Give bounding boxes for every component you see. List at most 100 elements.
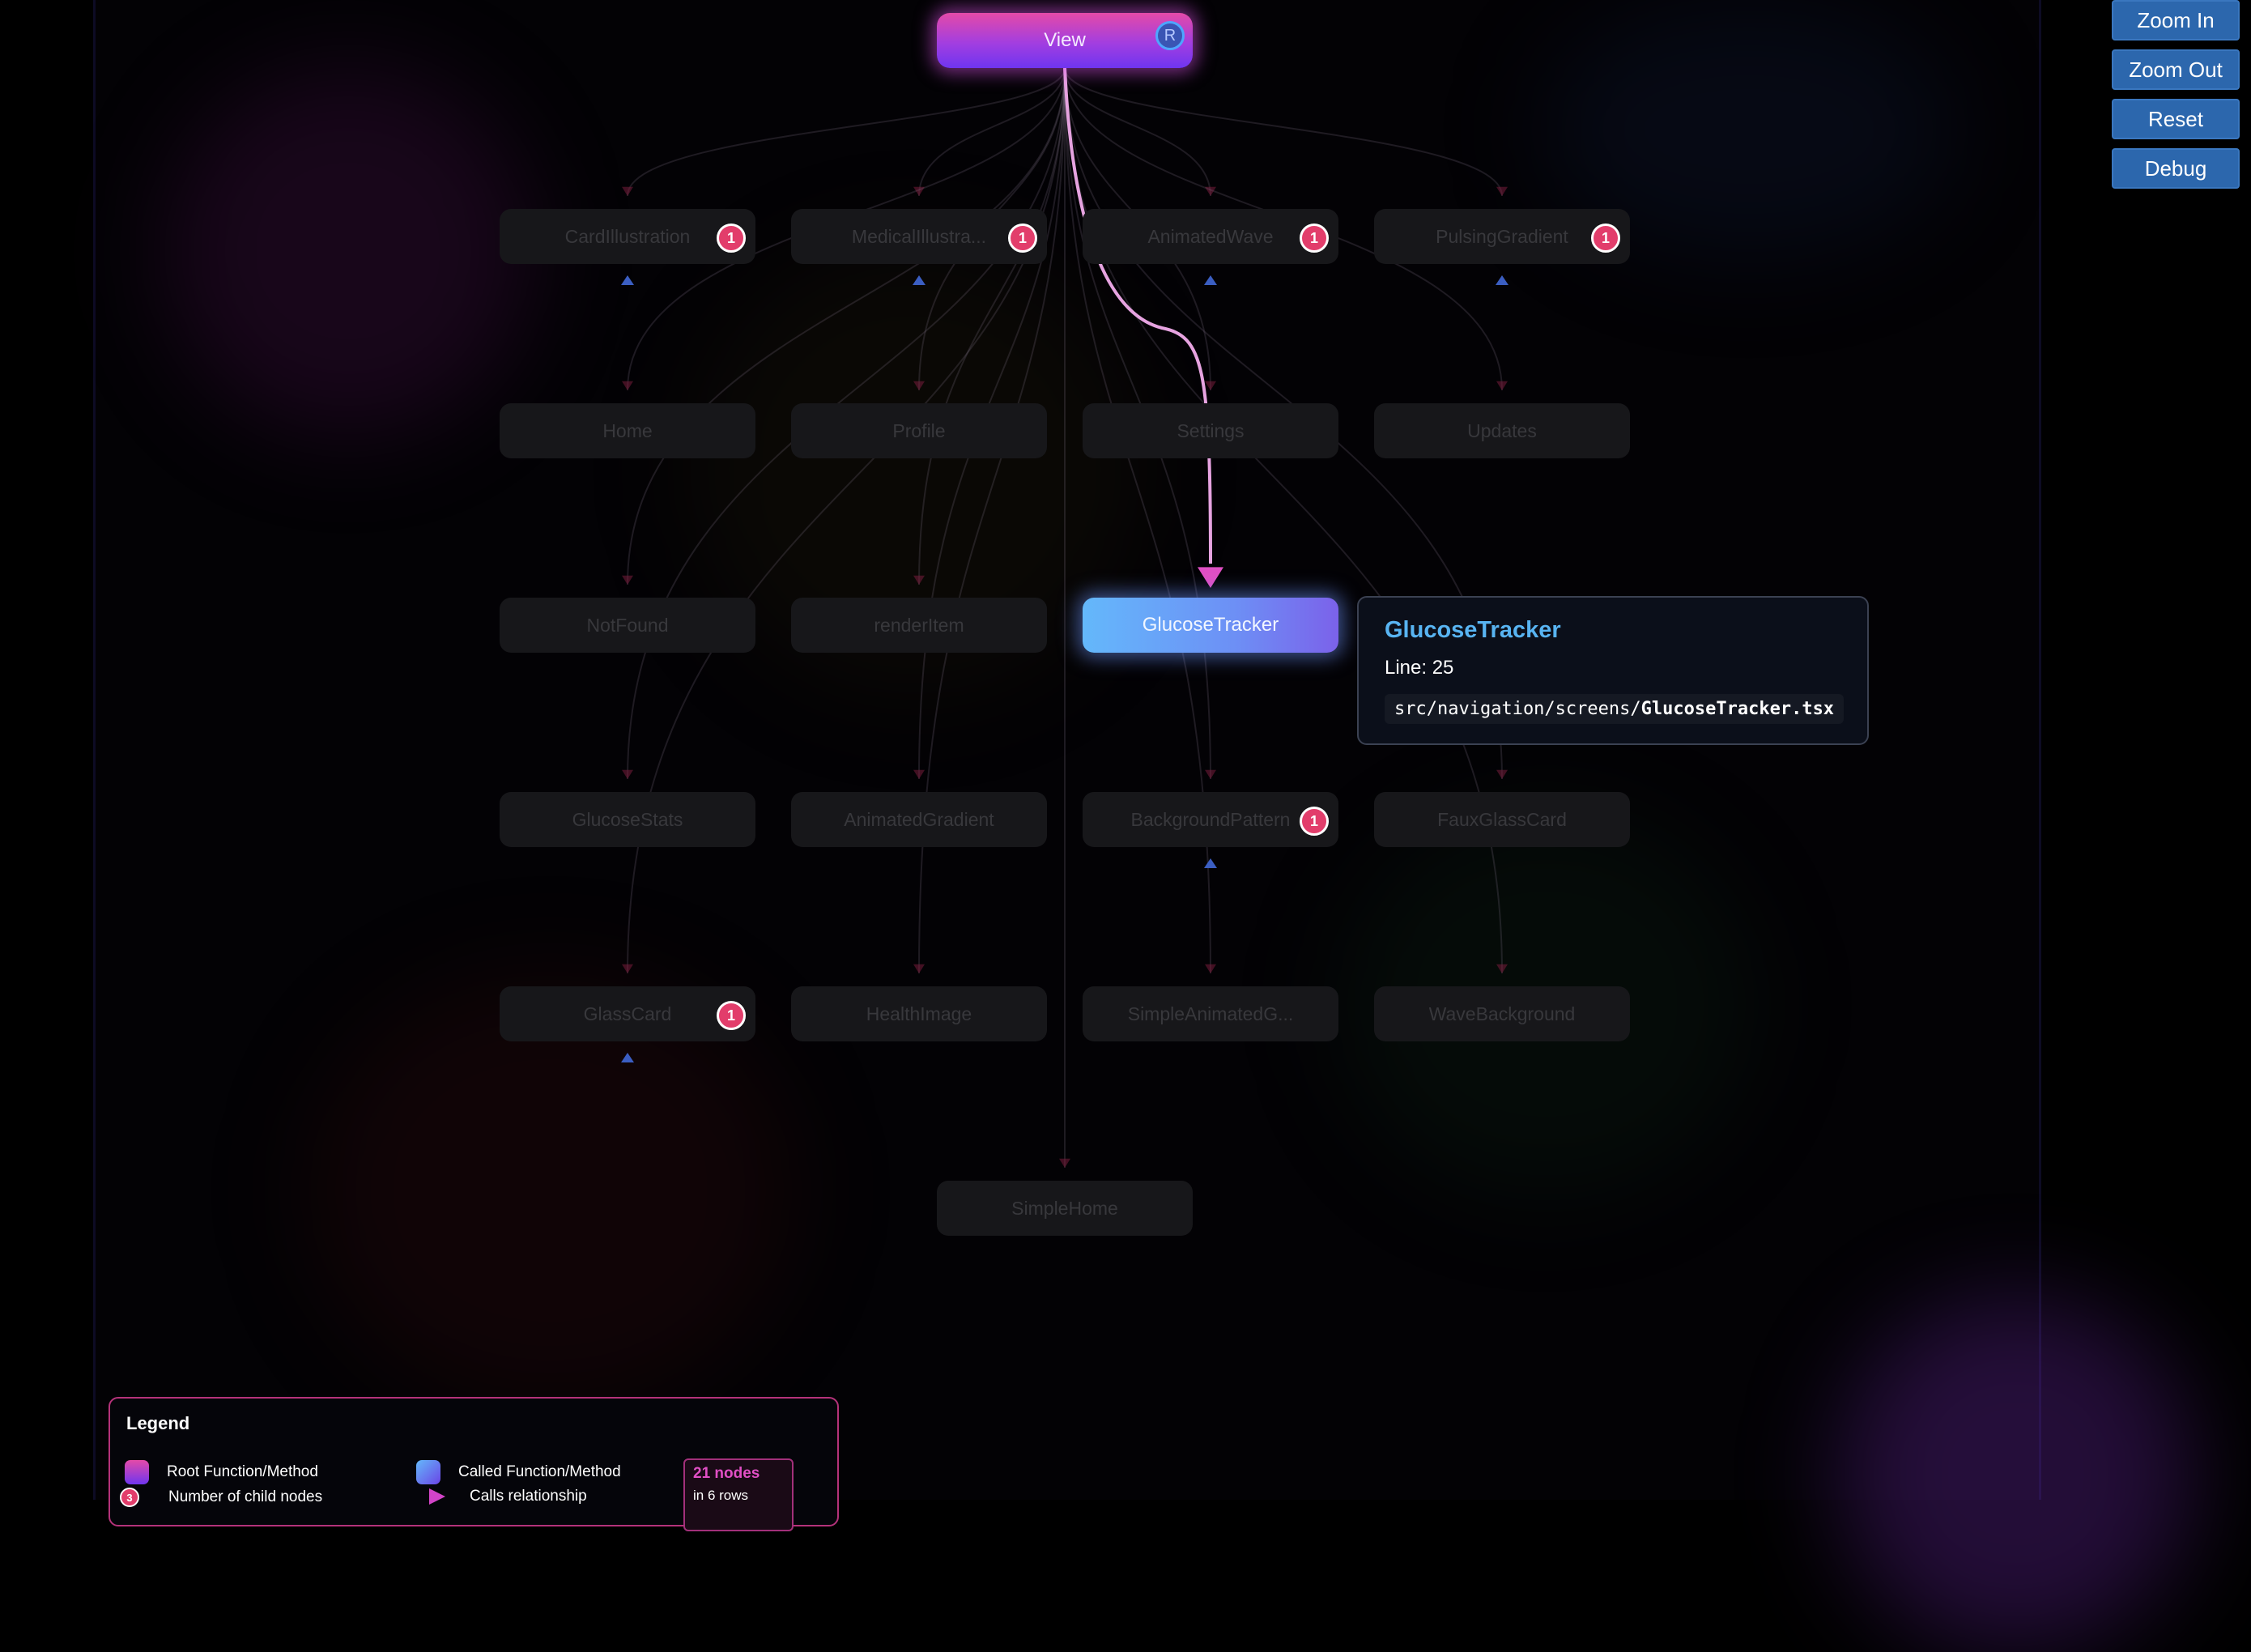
child-count-badge[interactable]: 1 <box>1008 224 1037 253</box>
root-indicator-badge: R <box>1155 21 1185 50</box>
graph-node-profile[interactable]: Profile <box>791 403 1047 458</box>
graph-node-simplehome[interactable]: SimpleHome <box>937 1181 1193 1236</box>
tooltip-path-dir: src/navigation/screens/ <box>1394 699 1641 719</box>
graph-node-healthimage[interactable]: HealthImage <box>791 986 1047 1041</box>
edge-arrowhead <box>622 575 633 585</box>
edge-arrowhead <box>622 381 633 390</box>
tooltip-line-number: Line: 25 <box>1385 657 1454 679</box>
node-label: Settings <box>1177 419 1245 441</box>
node-label: SimpleHome <box>1011 1197 1118 1219</box>
expand-arrow-icon[interactable] <box>621 1053 634 1062</box>
edge-arrowhead <box>1496 381 1508 390</box>
node-label: GlucoseStats <box>572 808 683 830</box>
call-edge <box>918 67 1066 197</box>
graph-node-updates[interactable]: Updates <box>1374 403 1630 458</box>
node-label: Home <box>602 419 653 441</box>
node-label: PulsingGradient <box>1436 225 1568 247</box>
expand-arrow-icon[interactable] <box>913 275 926 285</box>
legend-calls-item: Calls relationship <box>424 1488 587 1505</box>
child-count-badge[interactable]: 1 <box>717 224 746 253</box>
child-count-badge[interactable]: 1 <box>1300 224 1329 253</box>
edge-arrowhead <box>913 769 925 779</box>
graph-node-simpleanimatedg[interactable]: SimpleAnimatedG... <box>1083 986 1338 1041</box>
node-tooltip: GlucoseTracker Line: 25 src/navigation/s… <box>1357 596 1869 745</box>
edge-arrowhead <box>913 575 925 585</box>
call-graph-canvas[interactable]: View R CardIllustration 1 MedicalIllustra.… <box>0 0 2251 1652</box>
child-count-badge[interactable]: 1 <box>1591 224 1620 253</box>
reset-button[interactable]: Reset <box>2112 99 2240 139</box>
legend-calls-label: Calls relationship <box>470 1488 587 1505</box>
node-label: Profile <box>892 419 946 441</box>
node-label: AnimatedGradient <box>844 808 994 830</box>
edge-arrowhead <box>1205 964 1216 973</box>
edge-arrowhead <box>622 964 633 973</box>
debug-button[interactable]: Debug <box>2112 148 2240 189</box>
calls-arrow-icon <box>429 1488 445 1505</box>
node-label: BackgroundPattern <box>1130 808 1291 830</box>
expand-arrow-icon[interactable] <box>1204 858 1217 868</box>
legend-called-label: Called Function/Method <box>458 1463 621 1480</box>
call-edge <box>1064 67 1211 197</box>
call-edge <box>627 67 1066 197</box>
legend-title: Legend <box>126 1413 190 1433</box>
graph-node-glucosestats[interactable]: GlucoseStats <box>500 792 755 847</box>
legend-panel: Legend Root Function/Method Called Funct… <box>109 1397 839 1531</box>
graph-node-notfound[interactable]: NotFound <box>500 598 755 653</box>
node-label: Updates <box>1467 419 1537 441</box>
child-count-badge[interactable]: 1 <box>717 1001 746 1030</box>
edge-arrowhead <box>622 769 633 779</box>
highlighted-edge-arrowhead <box>1198 567 1223 588</box>
node-label: MedicalIllustra... <box>851 225 987 247</box>
node-label: GlassCard <box>583 1003 672 1024</box>
root-node-view[interactable]: View R <box>937 13 1193 68</box>
graph-node-fauxglasscard[interactable]: FauxGlassCard <box>1374 792 1630 847</box>
root-node-label: View <box>1044 29 1086 51</box>
legend-stats: 21 nodes in 6 rows <box>683 1458 794 1531</box>
edge-arrowhead <box>913 964 925 973</box>
legend-child-item: 3 Number of child nodes <box>120 1488 322 1507</box>
graph-node-glucosetracker[interactable]: GlucoseTracker <box>1083 598 1338 653</box>
legend-root-label: Root Function/Method <box>167 1463 318 1480</box>
legend-child-label: Number of child nodes <box>168 1488 323 1505</box>
edge-arrowhead <box>1496 964 1508 973</box>
edge-arrowhead <box>622 186 633 196</box>
edge-arrowhead <box>1205 769 1216 779</box>
call-edge <box>1064 67 1503 197</box>
child-count-badge-icon: 3 <box>120 1488 139 1507</box>
graph-node-renderitem[interactable]: renderItem <box>791 598 1047 653</box>
edge-arrowhead <box>1496 769 1508 779</box>
node-label: GlucoseTracker <box>1142 614 1279 636</box>
graph-node-wavebackground[interactable]: WaveBackground <box>1374 986 1630 1041</box>
node-label: HealthImage <box>866 1003 972 1024</box>
node-label: FauxGlassCard <box>1437 808 1567 830</box>
call-edge <box>918 67 1066 585</box>
graph-node-home[interactable]: Home <box>500 403 755 458</box>
tooltip-title: GlucoseTracker <box>1385 617 1561 643</box>
child-count-badge[interactable]: 1 <box>1300 807 1329 836</box>
node-label: renderItem <box>874 614 964 636</box>
called-swatch-icon <box>416 1460 440 1484</box>
tooltip-path-file: GlucoseTracker.tsx <box>1640 699 1835 719</box>
node-label: NotFound <box>586 614 669 636</box>
expand-arrow-icon[interactable] <box>1496 275 1508 285</box>
node-label: AnimatedWave <box>1147 225 1274 247</box>
edge-arrowhead <box>913 381 925 390</box>
zoom-in-button[interactable]: Zoom In <box>2112 0 2240 40</box>
edge-arrowhead <box>1059 1158 1070 1168</box>
graph-node-animatedgradient[interactable]: AnimatedGradient <box>791 792 1047 847</box>
graph-node-settings[interactable]: Settings <box>1083 403 1338 458</box>
tooltip-file-path: src/navigation/screens/GlucoseTracker.ts… <box>1385 694 1845 724</box>
legend-called-item: Called Function/Method <box>416 1460 621 1484</box>
edge-arrowhead <box>1496 186 1508 196</box>
root-swatch-icon <box>125 1460 149 1484</box>
node-label: SimpleAnimatedG... <box>1127 1003 1294 1024</box>
zoom-out-button[interactable]: Zoom Out <box>2112 49 2240 90</box>
edge-arrowhead <box>1205 381 1216 390</box>
legend-root-item: Root Function/Method <box>125 1460 318 1484</box>
row-count: in 6 rows <box>693 1488 749 1503</box>
expand-arrow-icon[interactable] <box>621 275 634 285</box>
call-edge <box>627 67 1066 585</box>
node-label: WaveBackground <box>1428 1003 1576 1024</box>
node-count: 21 nodes <box>693 1465 760 1482</box>
expand-arrow-icon[interactable] <box>1204 275 1217 285</box>
